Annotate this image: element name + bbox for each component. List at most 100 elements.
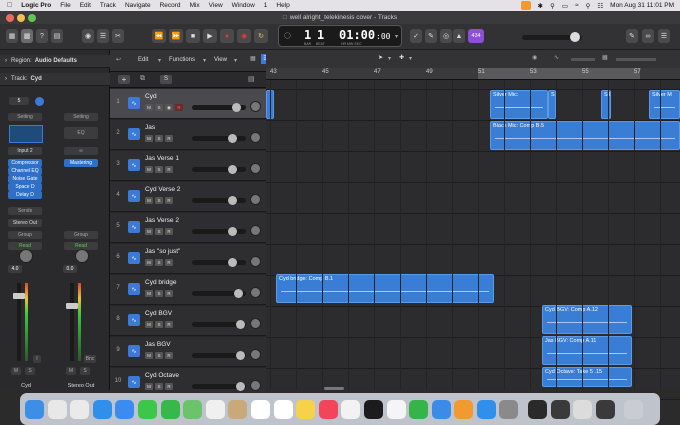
track-row[interactable]: 6 ∿ Jas "so just" M S R bbox=[110, 244, 266, 274]
strip2-solo[interactable]: S bbox=[80, 367, 90, 375]
horizontal-zoom-slider[interactable] bbox=[616, 58, 656, 61]
record-enable-button[interactable]: R bbox=[165, 352, 173, 359]
input-monitor-button[interactable]: ◉ bbox=[165, 104, 173, 111]
vertical-zoom-icon[interactable]: ▦ bbox=[602, 54, 608, 61]
track-name[interactable]: Cyd BGV bbox=[145, 310, 172, 317]
track-volume-handle[interactable] bbox=[228, 165, 237, 174]
pencil-icon[interactable]: ✎ bbox=[425, 29, 437, 43]
smart-controls-icon[interactable]: ◉ bbox=[82, 29, 94, 43]
plugin-delay-d[interactable]: Delay D bbox=[8, 191, 42, 199]
secondary-tool-icon[interactable]: ✚ bbox=[399, 54, 404, 61]
strip1-pan-knob[interactable] bbox=[19, 249, 33, 263]
audio-region[interactable]: Silver M bbox=[601, 90, 611, 119]
maps-icon[interactable] bbox=[183, 399, 203, 419]
track-volume-slider[interactable] bbox=[192, 258, 246, 267]
track-name[interactable]: Cyd bridge bbox=[145, 279, 176, 286]
wifi-icon[interactable]: ≈ bbox=[575, 2, 579, 9]
view-menu[interactable]: View bbox=[214, 57, 227, 63]
audio-region[interactable]: Black Mic: Comp B.5 bbox=[490, 121, 680, 150]
audio-region[interactable]: Silver M bbox=[649, 90, 680, 119]
menu-navigate[interactable]: Navigate bbox=[125, 2, 151, 9]
mute-button[interactable]: M bbox=[145, 166, 153, 173]
track-pan-knob[interactable] bbox=[250, 132, 261, 143]
track-row[interactable]: 2 ∿ Jas M S R bbox=[110, 120, 266, 150]
mixer-icon[interactable]: ☰ bbox=[97, 29, 109, 43]
metronome-icon[interactable]: ▲ bbox=[453, 29, 465, 43]
counter-badge[interactable]: 434 bbox=[468, 29, 484, 43]
strip2-group[interactable]: Group bbox=[64, 231, 98, 239]
track-pan-knob[interactable] bbox=[250, 256, 261, 267]
zoom-window-button[interactable] bbox=[28, 14, 36, 22]
strip1-input[interactable]: Input 2 bbox=[8, 147, 42, 155]
back-icon[interactable]: ↩ bbox=[116, 56, 121, 63]
record-enable-button[interactable]: R bbox=[165, 197, 173, 204]
add-track-button[interactable]: + bbox=[118, 75, 130, 84]
facetime-icon[interactable] bbox=[160, 399, 180, 419]
quick-help-icon[interactable]: ? bbox=[36, 29, 48, 43]
track-volume-slider[interactable] bbox=[192, 165, 246, 174]
plugin-compressor[interactable]: Compressor bbox=[8, 159, 42, 167]
loops-icon[interactable]: ∞ bbox=[642, 29, 654, 43]
keynote-icon[interactable] bbox=[431, 399, 451, 419]
track-name[interactable]: Cyd Octave bbox=[145, 372, 179, 379]
plugin-mastering[interactable]: Mastering bbox=[64, 159, 98, 167]
record-enable-button[interactable]: R bbox=[165, 321, 173, 328]
solo-button[interactable]: S bbox=[155, 383, 163, 390]
track-volume-handle[interactable] bbox=[232, 103, 241, 112]
track-pan-knob[interactable] bbox=[250, 349, 261, 360]
strip2-fader-handle[interactable] bbox=[66, 303, 78, 309]
track-volume-slider[interactable] bbox=[192, 351, 246, 360]
track-name[interactable]: Jas BGV bbox=[145, 341, 171, 348]
cycle-region[interactable] bbox=[478, 68, 640, 79]
strip1-group[interactable]: Group bbox=[8, 231, 42, 239]
battery-icon[interactable]: ▭ bbox=[562, 2, 568, 10]
pointer-tool-icon[interactable]: ➤ bbox=[378, 54, 383, 61]
record-enable-button[interactable]: R bbox=[165, 383, 173, 390]
track-name[interactable]: Cyd Verse 2 bbox=[145, 186, 180, 193]
track-name[interactable]: Jas Verse 1 bbox=[145, 155, 179, 162]
track-pan-knob[interactable] bbox=[250, 194, 261, 205]
solo-button[interactable]: S bbox=[155, 321, 163, 328]
menu-view[interactable]: View bbox=[209, 2, 223, 9]
grid-view-icon[interactable]: ▦ bbox=[250, 55, 256, 62]
solo-button[interactable]: S bbox=[155, 259, 163, 266]
screenshot-icon[interactable] bbox=[595, 399, 615, 419]
track-row[interactable]: 7 ∿ Cyd bridge M S R bbox=[110, 275, 266, 305]
duplicate-track-icon[interactable]: ⧉ bbox=[140, 75, 145, 83]
track-row[interactable]: 9 ∿ Jas BGV M S R bbox=[110, 337, 266, 367]
track-pan-knob[interactable] bbox=[250, 287, 261, 298]
solo-button[interactable]: S bbox=[155, 197, 163, 204]
menu-mix[interactable]: Mix bbox=[190, 2, 200, 9]
solo-button[interactable]: S bbox=[155, 166, 163, 173]
solo-button[interactable]: S bbox=[155, 135, 163, 142]
mute-button[interactable]: M bbox=[145, 259, 153, 266]
strip1-setting[interactable]: Setting bbox=[8, 113, 42, 121]
spotlight-icon[interactable]: ⚲ bbox=[550, 2, 555, 10]
record-enable-button[interactable]: R bbox=[165, 259, 173, 266]
bar-ruler[interactable]: 43 45 47 49 51 53 55 57 bbox=[266, 68, 680, 80]
strip2-eq[interactable]: EQ bbox=[64, 127, 98, 139]
track-volume-handle[interactable] bbox=[236, 351, 245, 360]
waveform-icon[interactable]: ∿ bbox=[128, 128, 140, 140]
strip1-mute[interactable]: M bbox=[11, 367, 21, 375]
search-icon[interactable]: ⚲ bbox=[586, 2, 591, 10]
news-icon[interactable] bbox=[386, 399, 406, 419]
mute-button[interactable]: M bbox=[145, 228, 153, 235]
region-inspector-header[interactable]: › Region: Audio Defaults bbox=[0, 55, 110, 68]
track-row[interactable]: 4 ∿ Cyd Verse 2 M S R bbox=[110, 182, 266, 212]
track-volume-handle[interactable] bbox=[228, 258, 237, 267]
track-name[interactable]: Jas "so just" bbox=[145, 248, 180, 255]
record-enable-button[interactable]: R bbox=[165, 290, 173, 297]
inspector-icon[interactable]: ▩ bbox=[21, 29, 33, 43]
eq-thumbnail[interactable] bbox=[9, 125, 43, 143]
zoom-slider[interactable] bbox=[571, 58, 595, 61]
smart-control-icon[interactable] bbox=[35, 97, 44, 106]
edit-menu[interactable]: Edit bbox=[138, 57, 148, 63]
pages-icon[interactable] bbox=[454, 399, 474, 419]
strip1-sends[interactable]: Sends bbox=[8, 207, 42, 215]
cycle-button[interactable]: ↻ bbox=[254, 29, 268, 43]
track-volume-handle[interactable] bbox=[228, 196, 237, 205]
track-row[interactable]: 1 ∿ Cyd M S ◉ R bbox=[110, 89, 266, 119]
track-volume-slider[interactable] bbox=[192, 382, 246, 391]
preview-icon[interactable] bbox=[573, 399, 593, 419]
